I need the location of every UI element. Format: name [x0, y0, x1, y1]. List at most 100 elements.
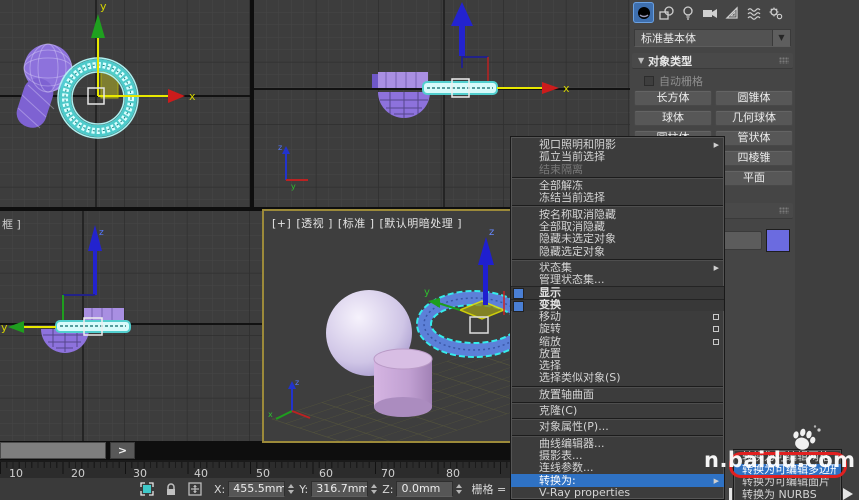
context-menu-item[interactable]: 按名称取消隐藏 ▶	[511, 208, 724, 221]
context-menu-item[interactable]: 孤立当前选择 ▶	[511, 151, 724, 163]
y-coordinate-field[interactable]: 316.7mm	[311, 481, 369, 497]
context-menu-item[interactable]: 旋转 ▶	[511, 323, 724, 335]
z-spinner[interactable]	[454, 481, 463, 497]
menu-item-label: 结束隔离	[539, 163, 583, 176]
menu-item-label: 摄影表...	[539, 449, 583, 462]
context-menu-item[interactable]: ▶	[512, 205, 723, 208]
lights-icon[interactable]	[677, 2, 698, 23]
shapes-icon[interactable]	[655, 2, 676, 23]
menu-item-label: 转换为可编辑面片	[742, 476, 830, 489]
viewport-label-segment[interactable]: [+]	[272, 217, 291, 230]
context-menu-item[interactable]: 显示 ▶	[511, 286, 724, 300]
context-menu-item[interactable]: 移动 ▶	[511, 311, 724, 323]
viewport-perspective-active[interactable]: [+] [透视 ] [标准 ] [默认明暗处理 ] y z z x	[262, 209, 514, 443]
submenu-item[interactable]: 转换为 NURBS	[734, 489, 841, 500]
context-menu-item[interactable]: 隐藏未选定对象 ▶	[511, 233, 724, 245]
viewport-top[interactable]: y x	[0, 0, 250, 207]
context-menu-item[interactable]: 摄影表... ▶	[511, 450, 724, 462]
context-menu-item[interactable]: 选择类似对象(S) ▶	[511, 372, 724, 384]
primitive-button[interactable]: 长方体	[634, 90, 712, 106]
autogrid-row: 自动栅格	[644, 73, 703, 89]
primitive-button[interactable]: 圆锥体	[715, 90, 793, 106]
primitive-category-dropdown[interactable]: 标准基本体 ▼	[634, 29, 791, 47]
context-menu-item[interactable]: 管理状态集... ▶	[511, 274, 724, 286]
viewport-perspective-canvas: y z z x	[264, 211, 512, 441]
x-spinner[interactable]	[286, 481, 295, 497]
autogrid-checkbox[interactable]	[644, 76, 654, 86]
context-menu-item[interactable]: 选择 ▶	[511, 360, 724, 372]
transform-gizmo-icon[interactable]	[186, 481, 204, 497]
z-coordinate-field[interactable]: 0.0mm	[396, 481, 454, 497]
context-menu-item[interactable]: 转换为: ▶	[511, 474, 724, 487]
menu-item-label: V-Ray properties	[539, 486, 631, 499]
context-menu-item[interactable]: 全部取消隐藏 ▶	[511, 221, 724, 233]
context-menu-item[interactable]: 全部解冻 ▶	[511, 180, 724, 192]
context-menu-item[interactable]: ▶	[512, 385, 723, 388]
context-menu-item[interactable]: 放置 ▶	[511, 348, 724, 360]
context-menu-item[interactable]: ▶	[512, 434, 723, 437]
rollout-grip-icon	[779, 57, 789, 64]
y-spinner[interactable]	[369, 481, 378, 497]
context-menu-item[interactable]: 视口照明和阴影 ▶	[511, 139, 724, 151]
selection-brackets-icon[interactable]	[138, 481, 156, 497]
submenu-arrow-icon: ▶	[713, 476, 719, 485]
cameras-icon[interactable]	[699, 2, 720, 23]
viewport-left-label[interactable]: 框 ]	[2, 216, 21, 232]
selected-torus-left[interactable]	[55, 320, 131, 333]
context-menu-item[interactable]: V-Ray properties ▶	[511, 487, 724, 499]
context-menu-item[interactable]: 变换 ▶	[511, 298, 724, 312]
menu-item-label: 放置	[539, 347, 561, 360]
context-menu-item[interactable]: ▶	[512, 176, 723, 179]
x-coordinate-field[interactable]: 455.5mm	[228, 481, 286, 497]
menu-item-label: 显示	[539, 286, 561, 299]
mini-listener-expand-button[interactable]: >	[110, 442, 135, 459]
context-menu-item[interactable]: 曲线编辑器... ▶	[511, 438, 724, 450]
viewport-label-segment[interactable]: [标准 ]	[338, 217, 375, 230]
viewport-label-segment[interactable]: [透视 ]	[296, 217, 333, 230]
context-menu-item[interactable]: 结束隔离 ▶	[511, 164, 724, 176]
geometry-icon[interactable]	[633, 2, 654, 23]
context-menu-item[interactable]: ▶	[512, 258, 723, 261]
primitive-button[interactable]: 管状体	[715, 130, 793, 146]
object-color-swatch[interactable]	[766, 229, 790, 252]
context-menu-item[interactable]: 缩放 ▶	[511, 335, 724, 347]
context-menu-item[interactable]: 隐藏选定对象 ▶	[511, 245, 724, 258]
viewport-left-canvas: z y	[0, 211, 262, 441]
z-coordinate-label: Z:	[382, 482, 394, 496]
selected-torus-front[interactable]	[422, 81, 498, 95]
lock-icon[interactable]	[162, 481, 180, 497]
object-type-rollout-header[interactable]: ▼ 对象类型	[632, 53, 793, 69]
x-coordinate-label: X:	[214, 482, 226, 496]
chevron-down-icon[interactable]: ▼	[772, 30, 790, 46]
viewport-top-canvas: y x	[0, 0, 250, 207]
menu-item-label: 状态集	[539, 261, 572, 274]
viewport-label[interactable]: [+] [透视 ] [标准 ] [默认明暗处理 ]	[272, 215, 467, 231]
primitive-button[interactable]: 球体	[634, 110, 712, 126]
menu-item-label: 全部解冻	[539, 180, 583, 193]
watermark-text: n.baidu.com	[704, 448, 856, 472]
cylinder-object[interactable]	[373, 348, 433, 417]
helpers-icon[interactable]	[721, 2, 742, 23]
menu-item-label: 放置轴曲面	[539, 388, 594, 401]
context-menu-item[interactable]: ▶	[512, 418, 723, 421]
checkbox-indicator	[713, 314, 719, 320]
space-warps-icon[interactable]	[743, 2, 764, 23]
context-menu-item[interactable]: 状态集 ▶	[511, 262, 724, 274]
viewport-left[interactable]: 框 ] z y	[0, 211, 262, 441]
context-menu-item[interactable]: 对象属性(P)... ▶	[511, 421, 724, 433]
primitive-button[interactable]: 四棱锥	[715, 150, 793, 166]
viewport-label-segment[interactable]: [默认明暗处理 ]	[380, 217, 463, 230]
context-menu-item[interactable]: 冻结当前选择 ▶	[511, 192, 724, 204]
rollout-title: 对象类型	[648, 54, 693, 68]
context-menu-item[interactable]: 克隆(C) ▶	[511, 405, 724, 417]
mini-listener-field[interactable]	[0, 442, 106, 459]
context-menu-item[interactable]: 放置轴曲面 ▶	[511, 389, 724, 401]
primitive-button[interactable]: 平面	[715, 170, 793, 186]
primitive-button[interactable]: 几何球体	[715, 110, 793, 126]
rollout-collapse-icon: ▼	[638, 56, 645, 65]
systems-icon[interactable]	[765, 2, 786, 23]
menu-item-label: 转换为:	[539, 474, 576, 487]
submenu-arrow-icon: ▶	[713, 263, 719, 272]
context-menu-item[interactable]: ▶	[512, 401, 723, 404]
context-menu-item[interactable]: 连线参数... ▶	[511, 462, 724, 474]
